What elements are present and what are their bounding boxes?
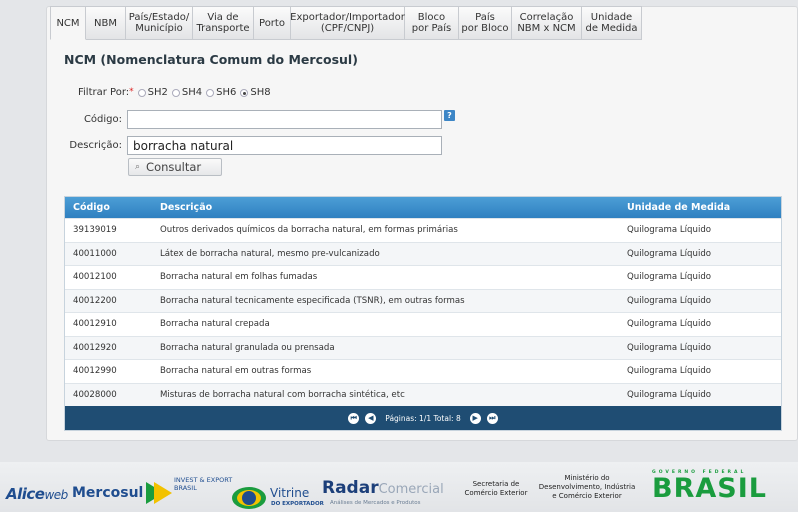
- results-table: Código Descrição Unidade de Medida 39139…: [64, 196, 782, 431]
- filter-label: Filtrar Por:*: [78, 87, 134, 98]
- vitrine-globe-icon: [232, 487, 266, 509]
- consultar-button[interactable]: ⌕ Consultar: [128, 158, 222, 176]
- tab-pais-estado-municipio[interactable]: País/Estado/ Município: [126, 6, 193, 40]
- tab-porto[interactable]: Porto: [254, 6, 291, 40]
- table-row[interactable]: 40028000 Misturas de borracha natural com…: [65, 382, 781, 406]
- descricao-label: Descrição:: [69, 140, 122, 151]
- vitrine-subtitle: DO EXPORTADOR: [271, 501, 324, 507]
- help-icon[interactable]: ?: [444, 110, 455, 121]
- tab-bar: NCM NBM País/Estado/ Município Via de Tr…: [50, 6, 642, 40]
- table-row[interactable]: 40012100 Borracha natural em folhas fumad…: [65, 265, 781, 289]
- table-row[interactable]: 40012200 Borracha natural tecnicamente es…: [65, 288, 781, 312]
- table-row[interactable]: 39139019 Outros derivados químicos da bor…: [65, 218, 781, 242]
- pager: ⏮ ◀ Páginas: 1/1 Total: 8 ▶ ⏭: [65, 406, 781, 430]
- tab-bloco-por-pais[interactable]: Bloco por País: [405, 6, 459, 40]
- radio-sh8[interactable]: SH8: [240, 87, 271, 98]
- table-row[interactable]: 40012990 Borracha natural em outras forma…: [65, 359, 781, 383]
- table-row[interactable]: 40012910 Borracha natural crepada Quilogra…: [65, 312, 781, 336]
- codigo-input[interactable]: [127, 110, 442, 129]
- mercosul-logo[interactable]: Mercosul: [72, 485, 143, 501]
- tab-pais-por-bloco[interactable]: País por Bloco: [459, 6, 512, 40]
- pager-text: Páginas: 1/1 Total: 8: [385, 413, 461, 423]
- radio-sh4[interactable]: SH4: [171, 87, 202, 98]
- table-header: Código Descrição Unidade de Medida: [65, 197, 781, 218]
- radar-logo[interactable]: RadarComercial: [322, 478, 444, 498]
- codigo-label: Código:: [83, 114, 122, 125]
- next-page-icon[interactable]: ▶: [469, 412, 481, 424]
- search-icon: ⌕: [135, 162, 141, 172]
- invest-export-text: INVEST & EXPORT BRASIL: [174, 476, 233, 492]
- secretaria-text: Secretaria de Comércio Exterior: [464, 480, 528, 497]
- tab-ncm[interactable]: NCM: [50, 6, 86, 40]
- last-page-icon[interactable]: ⏭: [486, 412, 498, 424]
- radio-dot: [206, 88, 215, 97]
- prev-page-icon[interactable]: ◀: [365, 412, 377, 424]
- table-row[interactable]: 40012920 Borracha natural granulada ou pr…: [65, 335, 781, 359]
- radar-subtitle: Análises de Mercados e Produtos: [330, 500, 421, 506]
- radio-dot: [137, 88, 146, 97]
- header-unidade[interactable]: Unidade de Medida: [627, 202, 781, 213]
- required-mark: *: [129, 87, 134, 97]
- tab-exportador-importador[interactable]: Exportador/Importador (CPF/CNPJ): [290, 6, 405, 40]
- tab-via-de-transporte[interactable]: Via de Transporte: [193, 6, 254, 40]
- descricao-input[interactable]: [127, 136, 442, 155]
- filter-row: Filtrar Por:* SH2 SH4 SH6 SH8: [78, 87, 271, 98]
- table-row[interactable]: 40011000 Látex de borracha natural, mesmo…: [65, 241, 781, 265]
- footer: Aliceweb Mercosul INVEST & EXPORT BRASIL…: [0, 462, 798, 512]
- tab-nbm[interactable]: NBM: [86, 6, 126, 40]
- radio-sh6[interactable]: SH6: [206, 87, 236, 98]
- table-body: 39139019 Outros derivados químicos da bor…: [65, 218, 781, 406]
- vitrine-title[interactable]: Vitrine: [270, 486, 309, 500]
- radio-dot: [240, 88, 249, 97]
- tab-correlacao-nbm-ncm[interactable]: Correlação NBM x NCM: [512, 6, 582, 40]
- tab-unidade-de-medida[interactable]: Unidade de Medida: [582, 6, 642, 40]
- page-title: NCM (Nomenclatura Comum do Mercosul): [64, 52, 358, 67]
- first-page-icon[interactable]: ⏮: [348, 412, 360, 424]
- ministerio-text: Ministério do Desenvolvimento, Indústria…: [538, 474, 636, 500]
- brasil-logo[interactable]: BRASIL: [652, 474, 767, 504]
- radio-dot: [171, 88, 180, 97]
- header-codigo[interactable]: Código: [65, 202, 160, 213]
- aliceweb-logo[interactable]: Aliceweb: [6, 485, 68, 503]
- radio-sh2[interactable]: SH2: [137, 87, 168, 98]
- header-descricao[interactable]: Descrição: [160, 202, 627, 213]
